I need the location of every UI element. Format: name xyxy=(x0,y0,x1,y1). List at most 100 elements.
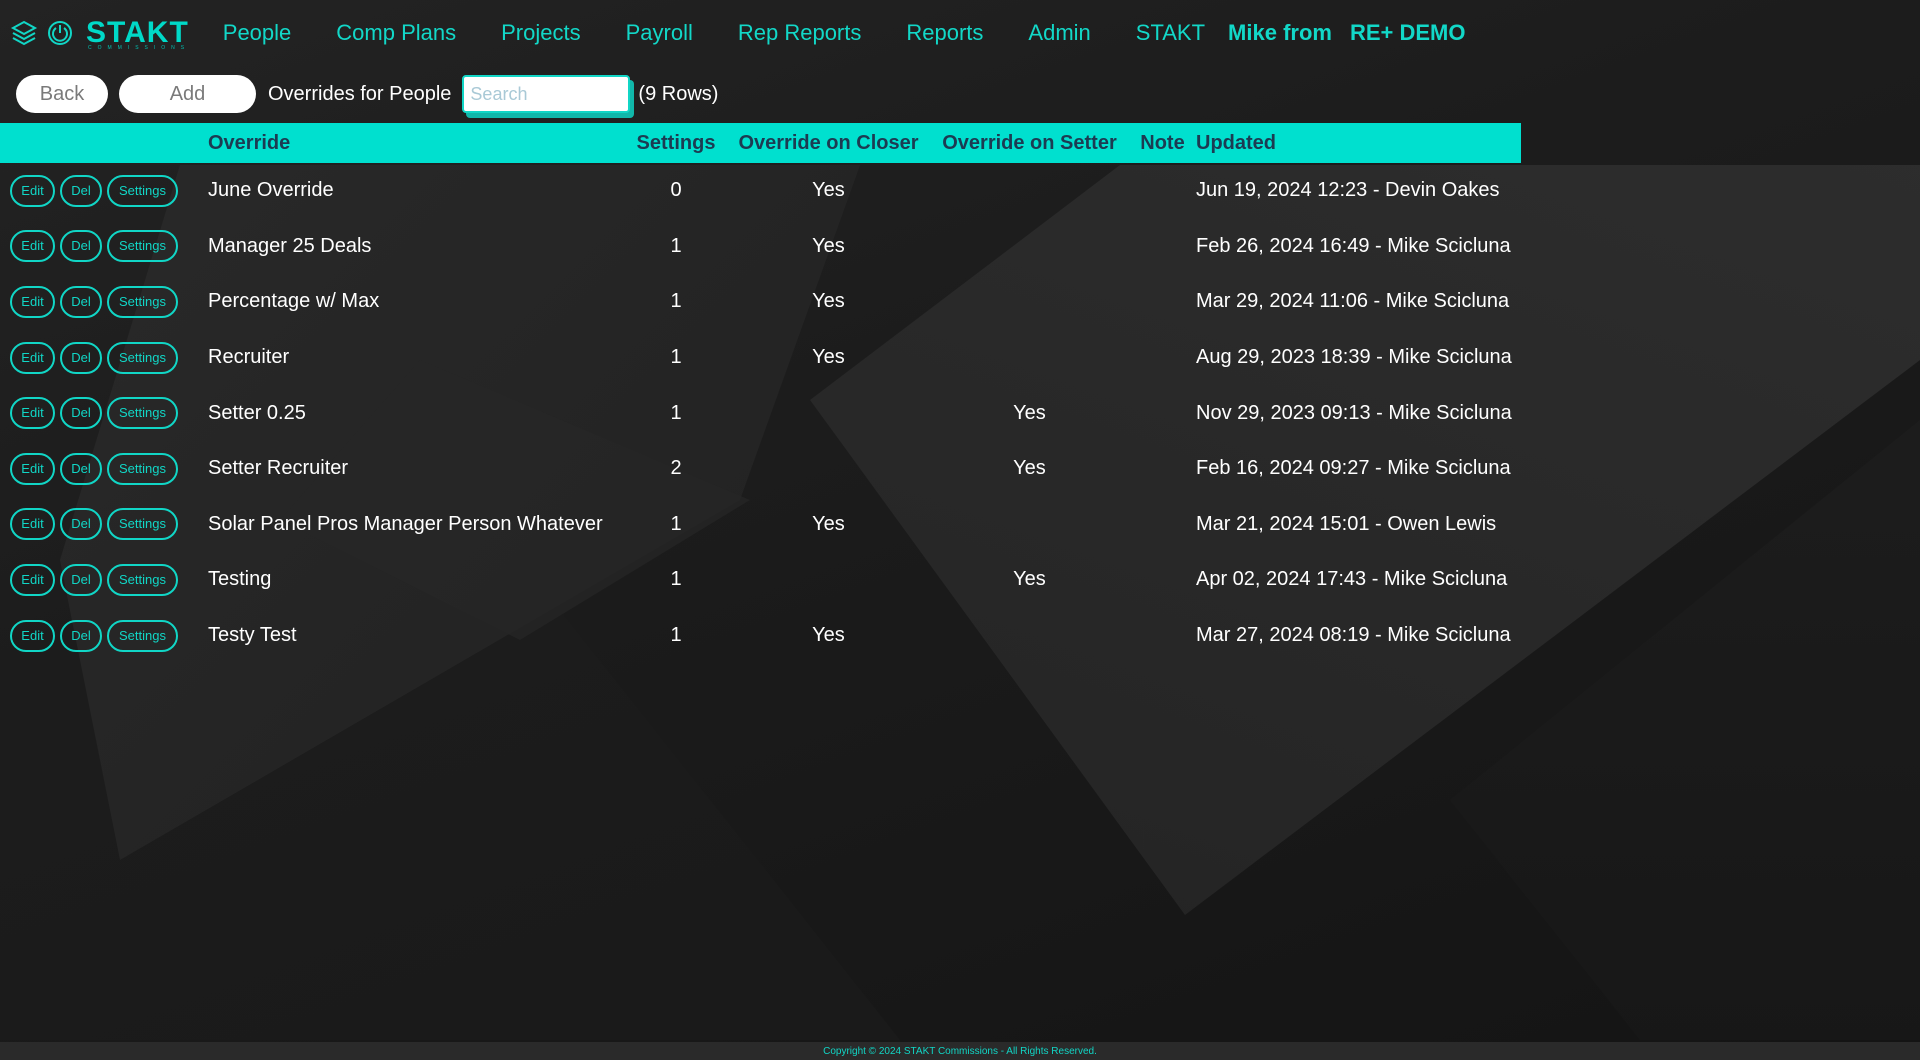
footer: Copyright © 2024 STAKT Commissions - All… xyxy=(0,1042,1920,1060)
brand-subtitle: COMMISSIONS xyxy=(88,45,191,51)
header-actions xyxy=(0,123,208,163)
delete-button[interactable]: Del xyxy=(60,508,102,541)
overrides-table-wrap: Override Settings Override on Closer Ove… xyxy=(0,123,1521,663)
header-override-on-closer[interactable]: Override on Closer xyxy=(727,123,930,163)
delete-button[interactable]: Del xyxy=(60,452,102,485)
header-note[interactable]: Note xyxy=(1129,123,1196,163)
table-row: Edit Del Settings Setter 0.25 1 Yes Nov 29… xyxy=(0,385,1521,441)
cell-note xyxy=(1129,441,1196,497)
settings-button[interactable]: Settings xyxy=(107,619,178,652)
toolbar: Back Add Overrides for People (9 Rows) xyxy=(0,75,1920,113)
cell-updated: Mar 29, 2024 11:06 - Mike Scicluna xyxy=(1196,290,1510,313)
delete-button[interactable]: Del xyxy=(60,563,102,596)
delete-button[interactable]: Del xyxy=(60,397,102,430)
nav-item-admin[interactable]: Admin xyxy=(1028,20,1090,46)
top-nav: STAKT COMMISSIONS People Comp Plans Proj… xyxy=(0,0,1920,66)
back-button[interactable]: Back xyxy=(16,75,108,113)
add-button[interactable]: Add xyxy=(119,75,256,113)
cell-override-on-setter xyxy=(930,608,1129,664)
row-actions: Edit Del Settings xyxy=(0,497,208,553)
cell-updated: Feb 16, 2024 09:27 - Mike Scicluna xyxy=(1196,457,1511,480)
cell-override: June Override xyxy=(208,179,334,202)
cell-settings: 1 xyxy=(670,512,682,535)
power-icon[interactable] xyxy=(46,19,74,47)
settings-button[interactable]: Settings xyxy=(107,341,178,374)
cell-settings: 1 xyxy=(670,234,682,257)
edit-button[interactable]: Edit xyxy=(10,619,55,652)
settings-button[interactable]: Settings xyxy=(107,452,178,485)
delete-button[interactable]: Del xyxy=(60,341,102,374)
delete-button[interactable]: Del xyxy=(60,174,102,207)
nav-menu: People Comp Plans Projects Payroll Rep R… xyxy=(223,20,1484,46)
cell-override-on-setter xyxy=(930,163,1129,219)
logo-group: STAKT COMMISSIONS xyxy=(10,18,191,51)
table-header-row: Override Settings Override on Closer Ove… xyxy=(0,123,1521,163)
cell-note xyxy=(1129,274,1196,330)
row-actions: Edit Del Settings xyxy=(0,274,208,330)
cell-override-on-setter: Yes xyxy=(1013,457,1046,480)
table-row: Edit Del Settings Solar Panel Pros Manager… xyxy=(0,497,1521,553)
edit-button[interactable]: Edit xyxy=(10,397,55,430)
edit-button[interactable]: Edit xyxy=(10,563,55,596)
cell-override: Solar Panel Pros Manager Person Whatever xyxy=(208,512,603,535)
cell-override-on-closer: Yes xyxy=(812,234,845,257)
edit-button[interactable]: Edit xyxy=(10,285,55,318)
cell-settings: 1 xyxy=(670,401,682,424)
overrides-table: Override Settings Override on Closer Ove… xyxy=(0,123,1521,663)
cell-override: Percentage w/ Max xyxy=(208,290,380,313)
cell-override-on-closer: Yes xyxy=(812,624,845,647)
header-settings[interactable]: Settings xyxy=(625,123,727,163)
edit-button[interactable]: Edit xyxy=(10,452,55,485)
cell-override: Setter 0.25 xyxy=(208,401,306,424)
nav-org-name[interactable]: RE+ DEMO xyxy=(1350,20,1466,46)
cell-override-on-closer: Yes xyxy=(812,346,845,369)
nav-user-name[interactable]: Mike from xyxy=(1228,20,1332,46)
nav-item-projects[interactable]: Projects xyxy=(501,20,580,46)
settings-button[interactable]: Settings xyxy=(107,174,178,207)
cell-override-on-setter xyxy=(930,219,1129,275)
edit-button[interactable]: Edit xyxy=(10,508,55,541)
cell-override-on-closer: Yes xyxy=(812,512,845,535)
row-actions: Edit Del Settings xyxy=(0,608,208,664)
delete-button[interactable]: Del xyxy=(60,230,102,263)
delete-button[interactable]: Del xyxy=(60,285,102,318)
table-row: Edit Del Settings Testing 1 Yes Apr 02, 20… xyxy=(0,552,1521,608)
edit-button[interactable]: Edit xyxy=(10,230,55,263)
row-actions: Edit Del Settings xyxy=(0,330,208,386)
settings-button[interactable]: Settings xyxy=(107,285,178,318)
nav-item-rep-reports[interactable]: Rep Reports xyxy=(738,20,862,46)
cell-settings: 1 xyxy=(670,624,682,647)
settings-button[interactable]: Settings xyxy=(107,563,178,596)
cell-override-on-closer: Yes xyxy=(812,290,845,313)
cell-note xyxy=(1129,163,1196,219)
cell-settings: 0 xyxy=(670,179,682,202)
row-actions: Edit Del Settings xyxy=(0,552,208,608)
cell-settings: 1 xyxy=(670,568,682,591)
search-input[interactable] xyxy=(462,75,631,113)
nav-item-payroll[interactable]: Payroll xyxy=(626,20,693,46)
nav-item-comp-plans[interactable]: Comp Plans xyxy=(336,20,456,46)
cell-note xyxy=(1129,219,1196,275)
nav-item-stakt[interactable]: STAKT xyxy=(1136,20,1205,46)
brand-logo[interactable]: STAKT COMMISSIONS xyxy=(86,18,191,51)
header-override-on-setter[interactable]: Override on Setter xyxy=(930,123,1129,163)
cell-updated: Mar 27, 2024 08:19 - Mike Scicluna xyxy=(1196,624,1511,647)
header-updated[interactable]: Updated xyxy=(1196,123,1521,163)
cell-settings: 1 xyxy=(670,346,682,369)
edit-button[interactable]: Edit xyxy=(10,341,55,374)
settings-button[interactable]: Settings xyxy=(107,230,178,263)
nav-item-people[interactable]: People xyxy=(223,20,292,46)
settings-button[interactable]: Settings xyxy=(107,508,178,541)
edit-button[interactable]: Edit xyxy=(10,174,55,207)
cell-override: Setter Recruiter xyxy=(208,457,349,480)
header-override[interactable]: Override xyxy=(208,123,625,163)
cell-override: Manager 25 Deals xyxy=(208,234,372,257)
cell-updated: Aug 29, 2023 18:39 - Mike Scicluna xyxy=(1196,346,1512,369)
row-actions: Edit Del Settings xyxy=(0,441,208,497)
cell-override-on-setter: Yes xyxy=(1013,568,1046,591)
row-actions: Edit Del Settings xyxy=(0,163,208,219)
nav-item-reports[interactable]: Reports xyxy=(906,20,983,46)
delete-button[interactable]: Del xyxy=(60,619,102,652)
settings-button[interactable]: Settings xyxy=(107,397,178,430)
layers-icon[interactable] xyxy=(10,19,38,47)
